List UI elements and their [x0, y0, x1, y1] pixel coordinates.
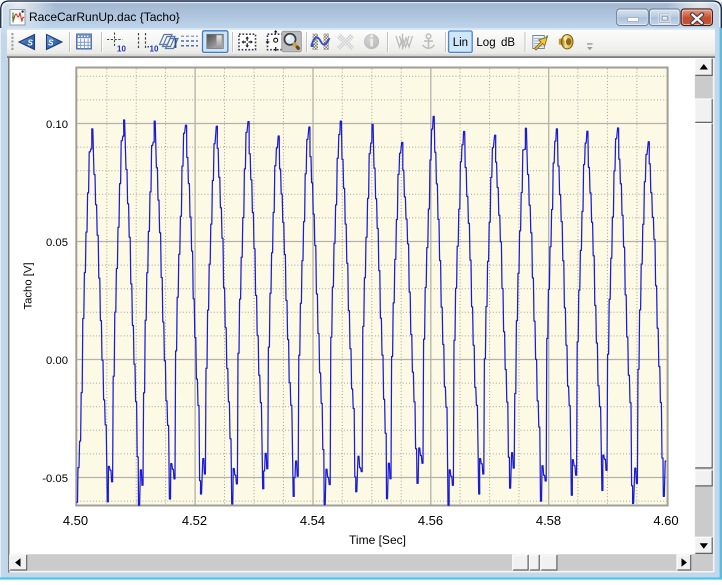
svg-text:4.56: 4.56: [418, 513, 443, 528]
svg-text:4.50: 4.50: [63, 513, 88, 528]
svg-text:Log: Log: [476, 37, 495, 49]
svg-text:10: 10: [150, 45, 159, 54]
svg-text:0.05: 0.05: [46, 237, 68, 249]
svg-text:10: 10: [117, 45, 126, 54]
svg-text:4.54: 4.54: [300, 513, 325, 528]
svg-text:4.58: 4.58: [536, 513, 561, 528]
svg-text:S: S: [28, 39, 34, 48]
svg-text:Tacho [V]: Tacho [V]: [23, 262, 35, 309]
svg-text:Time [Sec]: Time [Sec]: [349, 533, 406, 547]
svg-text:4.52: 4.52: [182, 513, 207, 528]
svg-text:RaceCarRunUp.dac {Tacho}: RaceCarRunUp.dac {Tacho}: [29, 10, 180, 24]
svg-text:S: S: [48, 39, 54, 48]
svg-text:4.60: 4.60: [653, 513, 678, 528]
svg-text:0.10: 0.10: [46, 119, 68, 131]
svg-text:dB: dB: [501, 37, 515, 49]
svg-text:0.00: 0.00: [46, 355, 68, 367]
svg-text:-0.05: -0.05: [42, 473, 68, 485]
svg-text:Lin: Lin: [453, 37, 468, 49]
